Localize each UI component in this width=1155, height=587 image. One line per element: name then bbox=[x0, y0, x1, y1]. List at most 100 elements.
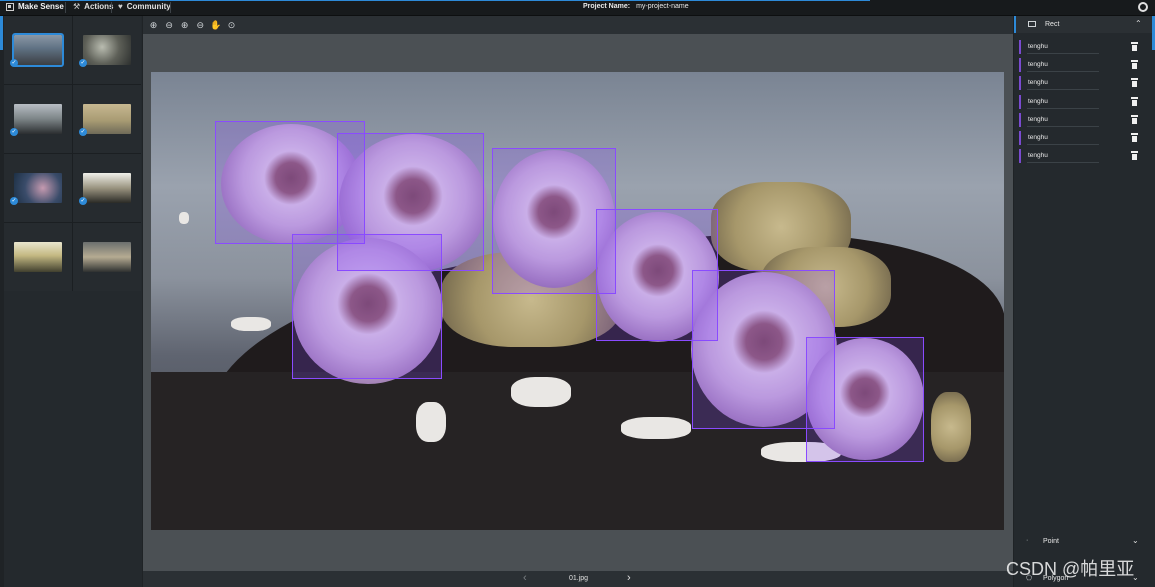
project-name-label: Project Name: bbox=[583, 3, 631, 10]
hand-icon[interactable]: ✋ bbox=[209, 19, 222, 32]
label-name[interactable]: tenghu bbox=[1028, 98, 1048, 105]
bounding-box[interactable] bbox=[292, 234, 442, 379]
image-thumbnail[interactable] bbox=[4, 223, 72, 291]
check-icon: ✓ bbox=[79, 128, 87, 136]
thumbnail-grid: ✓ ✓ ✓ ✓ ✓ ✓ bbox=[4, 16, 141, 291]
editor-toolbar: ⊕ ⊖ ⊕ ⊖ ✋ ⊙ bbox=[143, 16, 1013, 34]
labels-panel: Rect ⌃ tenghu tenghu tenghu tenghu tengh… bbox=[1014, 16, 1155, 587]
check-icon: ✓ bbox=[79, 59, 87, 67]
label-underline bbox=[1027, 89, 1099, 91]
editor-workspace: ⊕ ⊖ ⊕ ⊖ ✋ ⊙ ‹ 01.jpg › bbox=[143, 16, 1013, 587]
annotation-canvas[interactable] bbox=[151, 72, 1004, 530]
rectangle-icon bbox=[1028, 21, 1036, 27]
label-underline bbox=[1027, 125, 1099, 127]
point-tool-header[interactable]: · Point ⌄ bbox=[1014, 534, 1155, 550]
zoom-out-icon[interactable]: ⊖ bbox=[163, 19, 176, 32]
label-row[interactable]: tenghu bbox=[1019, 76, 1144, 91]
trash-icon[interactable] bbox=[1131, 151, 1138, 161]
next-image-button[interactable]: › bbox=[627, 572, 631, 584]
menu-community-label: Community bbox=[126, 2, 171, 11]
label-row[interactable]: tenghu bbox=[1019, 40, 1144, 54]
rect-tool-header[interactable]: Rect ⌃ bbox=[1014, 16, 1155, 33]
check-icon: ✓ bbox=[10, 59, 18, 67]
image-thumbnail[interactable]: ✓ bbox=[73, 85, 141, 153]
image-navigation-bar: ‹ 01.jpg › bbox=[143, 571, 1013, 587]
chevron-up-icon[interactable]: ⌃ bbox=[1135, 19, 1142, 28]
image-thumbnail[interactable]: ✓ bbox=[73, 154, 141, 222]
crosshair-icon[interactable]: ⊙ bbox=[225, 19, 238, 32]
label-row[interactable]: tenghu bbox=[1019, 112, 1144, 127]
divider bbox=[170, 2, 171, 13]
tools-icon: ⚒ bbox=[73, 2, 81, 11]
image-thumbnail[interactable]: ✓ bbox=[4, 85, 72, 153]
label-underline bbox=[1027, 162, 1099, 164]
left-panel-toggle[interactable] bbox=[0, 16, 3, 50]
prev-image-button[interactable]: ‹ bbox=[523, 572, 527, 584]
image-list-panel: ✓ ✓ ✓ ✓ ✓ ✓ bbox=[4, 16, 142, 587]
thumbnail-image bbox=[83, 173, 131, 203]
image-thumbnail[interactable]: ✓ bbox=[4, 154, 72, 222]
label-list: tenghu tenghu tenghu tenghu tenghu tengh… bbox=[1019, 40, 1144, 167]
project-name: Project Name: my-project-name bbox=[583, 3, 689, 10]
label-name[interactable]: tenghu bbox=[1028, 134, 1048, 141]
top-navigation-bar: Make Sense ⚒ Actions ♥ Community Project… bbox=[0, 0, 1155, 16]
photo-speck bbox=[231, 317, 271, 331]
thumbnail-image bbox=[83, 104, 131, 134]
thumbnail-image bbox=[83, 35, 131, 65]
trash-icon[interactable] bbox=[1131, 42, 1138, 51]
menu-community[interactable]: ♥ Community bbox=[118, 2, 171, 11]
trash-icon[interactable] bbox=[1131, 78, 1138, 88]
chevron-down-icon[interactable]: ⌄ bbox=[1132, 536, 1139, 545]
divider bbox=[111, 2, 112, 13]
watermark: CSDN @帕里亚 bbox=[1006, 559, 1135, 579]
menu-actions[interactable]: ⚒ Actions bbox=[73, 2, 114, 11]
thumbnail-image bbox=[14, 242, 62, 272]
point-icon: · bbox=[1026, 537, 1029, 544]
thumbnail-image bbox=[14, 104, 62, 134]
photo-speck bbox=[179, 212, 189, 224]
heart-icon: ♥ bbox=[118, 2, 123, 11]
label-row[interactable]: tenghu bbox=[1019, 130, 1144, 145]
image-thumbnail[interactable] bbox=[73, 223, 141, 291]
divider bbox=[65, 2, 66, 13]
image-file-name: 01.jpg bbox=[569, 575, 589, 582]
label-row[interactable]: tenghu bbox=[1019, 149, 1144, 164]
project-name-value[interactable]: my-project-name bbox=[636, 3, 689, 10]
trash-icon[interactable] bbox=[1131, 114, 1138, 124]
check-icon: ✓ bbox=[10, 197, 18, 205]
trash-icon[interactable] bbox=[1131, 60, 1138, 70]
brand[interactable]: Make Sense bbox=[6, 2, 64, 11]
zoom-in-icon[interactable]: ⊕ bbox=[147, 19, 160, 32]
photo-speck bbox=[621, 417, 691, 439]
trash-icon[interactable] bbox=[1131, 132, 1138, 142]
zoom-max-icon[interactable]: ⊖ bbox=[194, 19, 207, 32]
label-name[interactable]: tenghu bbox=[1028, 79, 1048, 86]
label-underline bbox=[1027, 71, 1099, 73]
point-tool-label: Point bbox=[1043, 538, 1059, 545]
thumbnail-image bbox=[14, 173, 62, 203]
bounding-box[interactable] bbox=[806, 337, 924, 462]
photo-speck bbox=[416, 402, 446, 442]
rect-tool-label: Rect bbox=[1045, 21, 1060, 28]
label-underline bbox=[1027, 53, 1099, 54]
label-underline bbox=[1027, 107, 1099, 109]
photo-speck bbox=[511, 377, 571, 407]
label-name[interactable]: tenghu bbox=[1028, 43, 1048, 50]
photo-cluster bbox=[931, 392, 971, 462]
label-name[interactable]: tenghu bbox=[1028, 116, 1048, 123]
image-thumbnail[interactable]: ✓ bbox=[73, 16, 141, 84]
top-progress-line bbox=[0, 0, 870, 1]
brand-name: Make Sense bbox=[18, 2, 64, 11]
zoom-fit-icon[interactable]: ⊕ bbox=[178, 19, 191, 32]
label-name[interactable]: tenghu bbox=[1028, 152, 1048, 159]
trash-icon[interactable] bbox=[1131, 96, 1138, 106]
check-icon: ✓ bbox=[79, 197, 87, 205]
check-icon: ✓ bbox=[10, 128, 18, 136]
label-name[interactable]: tenghu bbox=[1028, 61, 1048, 68]
label-row[interactable]: tenghu bbox=[1019, 94, 1144, 109]
thumbnail-image bbox=[83, 242, 131, 272]
image-thumbnail[interactable]: ✓ bbox=[4, 16, 72, 84]
logo-icon bbox=[6, 2, 14, 11]
github-icon[interactable] bbox=[1138, 2, 1148, 12]
label-row[interactable]: tenghu bbox=[1019, 58, 1144, 73]
